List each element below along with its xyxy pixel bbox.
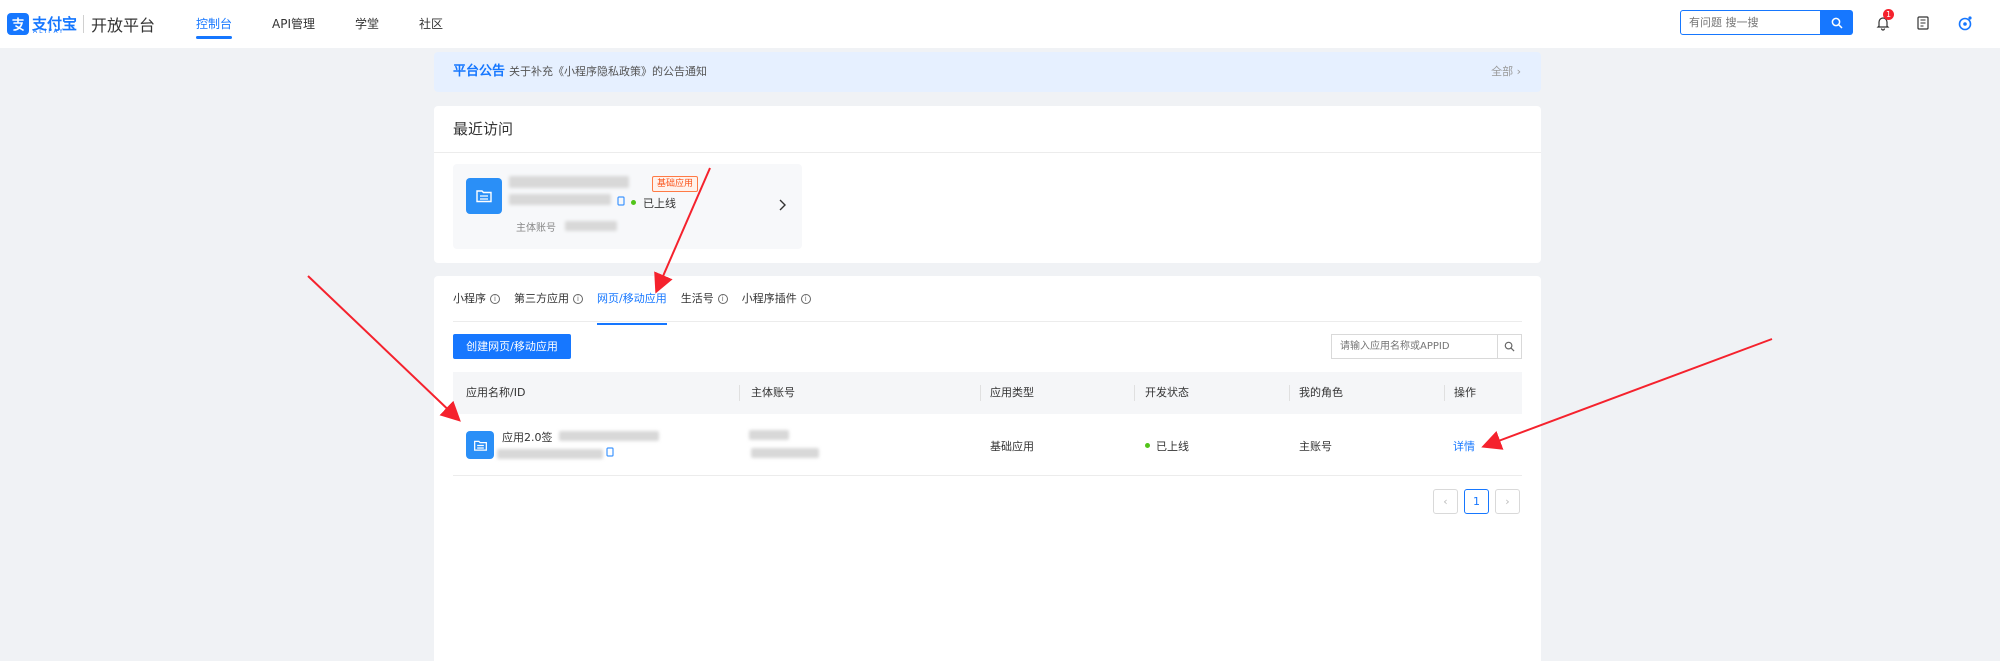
global-search-button[interactable] [1821,10,1853,35]
column-separator [1134,385,1135,401]
help-bot-button[interactable] [1955,13,1975,33]
app-search-input[interactable] [1331,334,1497,359]
blurred-app-name [509,176,629,188]
alipay-logo-icon [7,13,29,35]
tab-label: 第三方应用 [514,292,569,305]
info-icon[interactable]: i [573,294,583,304]
alipay-logo[interactable]: 支付宝 ALIPAY 开放平台 [7,12,155,36]
brand-name-en: ALIPAY [33,28,65,35]
col-account: 主体账号 [751,386,795,399]
apps-card: 小程序 i 第三方应用 i 网页/移动应用 生活号 i 小程序插件 i 创建网页/移动应… [434,276,1541,661]
app-status: 已上线 [643,197,676,210]
dev-status: 已上线 [1156,440,1189,453]
table-row: 应用2.0签 基础应用 已上线 主账号 详情 [453,414,1522,476]
app-document-icon [466,431,494,459]
app-search-button[interactable] [1497,334,1522,359]
col-app-type: 应用类型 [990,386,1034,399]
details-link[interactable]: 详情 [1453,438,1475,454]
col-my-role: 我的角色 [1299,386,1343,399]
next-page-button[interactable]: › [1495,489,1520,514]
col-action: 操作 [1454,386,1476,399]
global-search-input[interactable] [1680,10,1821,35]
status-dot [631,200,636,205]
column-separator [980,385,981,401]
global-search [1680,10,1853,35]
prev-page-button[interactable]: ‹ [1433,489,1458,514]
platform-notice: 平台公告 关于补充《小程序隐私政策》的公告通知 全部 › [434,52,1541,92]
account-label: 主体账号 [516,223,556,234]
notification-button[interactable]: 1 [1873,9,1894,33]
notification-badge: 1 [1883,9,1894,20]
recent-app-card[interactable]: 基础应用 已上线 主体账号 [453,164,802,249]
copy-icon[interactable] [605,447,615,458]
blurred-account [565,221,617,231]
main-nav: 控制台 API管理 学堂 社区 [196,0,483,48]
tab-web-mobile[interactable]: 网页/移动应用 [597,276,667,325]
search-icon [1504,341,1515,352]
app-type: 基础应用 [990,440,1034,453]
blurred-app-id [509,194,611,205]
col-app-name: 应用名称/ID [466,386,526,399]
tab-third-party[interactable]: 第三方应用 i [514,276,583,322]
tab-label: 小程序插件 [741,292,797,305]
page-button-current[interactable]: 1 [1464,489,1489,514]
tab-label: 小程序 [453,292,486,305]
chevron-right-icon: › [1505,495,1510,508]
nav-item-community[interactable]: 社区 [419,0,443,48]
chevron-left-icon: ‹ [1443,495,1448,508]
my-role: 主账号 [1299,440,1332,453]
document-button[interactable] [1913,13,1933,33]
platform-name: 开放平台 [91,16,156,35]
blurred-account-id [751,448,819,458]
copy-icon[interactable] [616,196,626,207]
divider [434,152,1541,153]
column-separator [739,385,740,401]
apps-table: 应用名称/ID 主体账号 应用类型 开发状态 我的角色 操作 应用2.0签 基础… [453,372,1522,476]
recent-title: 最近访问 [453,120,514,138]
document-icon [1917,16,1929,30]
notice-all-link[interactable]: 全部 › [1491,52,1521,92]
recent-visits-card: 最近访问 基础应用 已上线 主体账号 [434,106,1541,263]
logo-divider [83,15,85,33]
create-app-button[interactable]: 创建网页/移动应用 [453,334,571,359]
app-search [1331,334,1522,359]
nav-item-school[interactable]: 学堂 [355,0,379,48]
app-name[interactable]: 应用2.0签 [502,429,553,445]
info-icon[interactable]: i [490,294,500,304]
chevron-right-icon: › [1516,65,1521,78]
col-dev-status: 开发状态 [1145,386,1189,399]
tab-life-account[interactable]: 生活号 i [681,276,728,322]
tab-plugin[interactable]: 小程序插件 i [742,276,811,322]
blurred-app-name [559,431,659,441]
app-type-tag: 基础应用 [652,176,699,192]
blurred-app-id [497,449,603,459]
tab-mini-program[interactable]: 小程序 i [453,276,500,322]
info-icon[interactable]: i [800,294,811,304]
search-icon [1831,17,1843,29]
app-document-icon [466,178,502,214]
tab-label: 生活号 [680,292,714,305]
notice-link[interactable]: 关于补充《小程序隐私政策》的公告通知 [509,52,707,92]
column-separator [1444,385,1445,401]
table-header: 应用名称/ID 主体账号 应用类型 开发状态 我的角色 操作 [453,372,1522,414]
divider [453,321,1522,322]
app-category-tabs: 小程序 i 第三方应用 i 网页/移动应用 生活号 i 小程序插件 i [453,276,825,325]
nav-item-api[interactable]: API管理 [272,0,315,48]
info-icon[interactable]: i [717,294,728,304]
blurred-account [749,430,789,440]
chevron-right-icon [779,199,786,211]
tab-label: 网页/移动应用 [597,292,667,305]
notice-all-label: 全部 [1491,65,1514,78]
status-dot [1145,443,1150,448]
nav-item-console[interactable]: 控制台 [196,0,233,48]
notice-title: 平台公告 [453,64,506,79]
top-navbar: 支付宝 ALIPAY 开放平台 控制台 API管理 学堂 社区 1 [0,0,2000,48]
column-separator [1289,385,1290,401]
help-bot-icon [1958,16,1972,31]
